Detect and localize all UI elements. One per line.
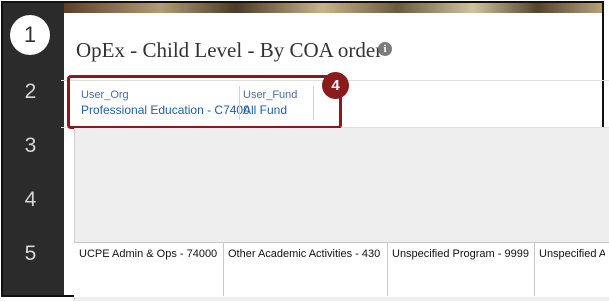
step-number-4: 4 <box>24 188 37 211</box>
step-number-5: 5 <box>24 242 37 265</box>
step-number-3: 3 <box>24 134 37 157</box>
callout-badge: 4 <box>322 72 349 99</box>
column-header[interactable]: Unspecified Program - 9999 <box>388 245 534 263</box>
callout-highlight-box <box>67 75 342 129</box>
column-header[interactable]: Unspecified A <box>535 245 605 263</box>
step-number-2: 2 <box>24 80 37 103</box>
column-header[interactable]: UCPE Admin & Ops - 74000 <box>75 245 223 263</box>
column-header[interactable]: Other Academic Activities - 430 <box>224 245 387 263</box>
report-title: OpEx - Child Level - By COA order <box>76 38 383 62</box>
info-icon[interactable]: i <box>378 42 392 56</box>
header-banner-image <box>64 3 602 13</box>
step-number-1: 1 <box>10 15 50 55</box>
